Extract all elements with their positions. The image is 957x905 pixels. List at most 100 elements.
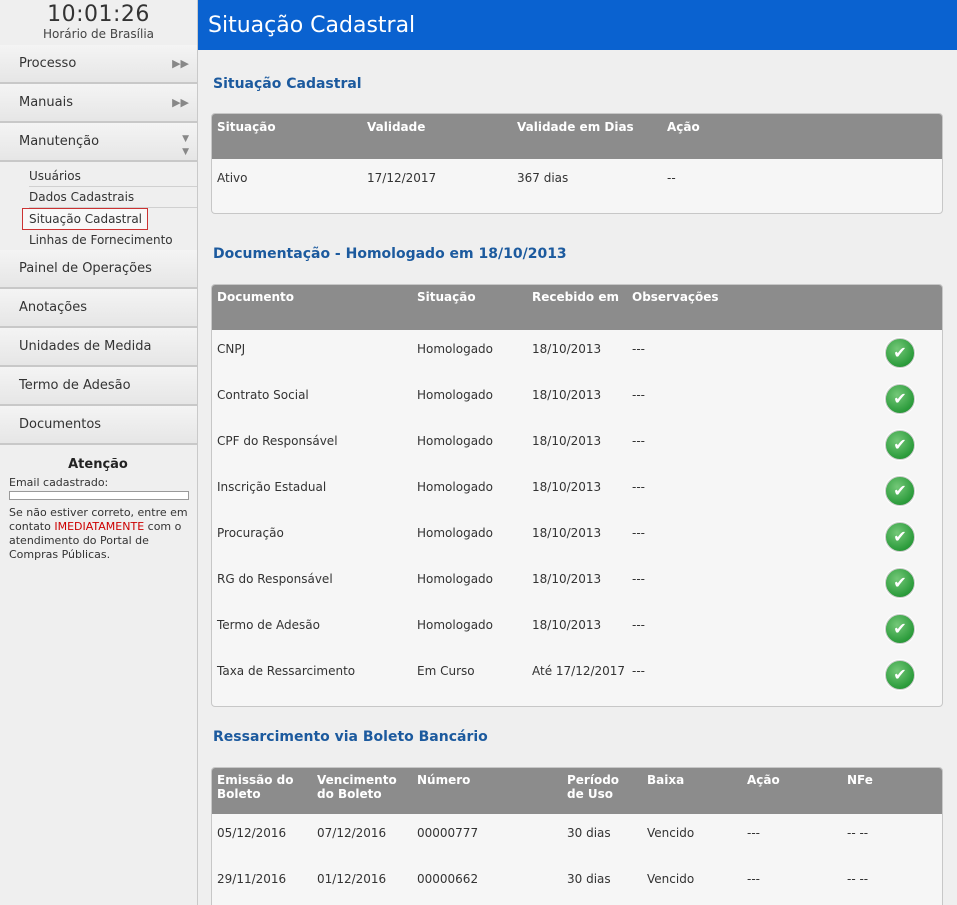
table-cell: Homologado [417,572,494,586]
table-cell: 18/10/2013 [532,526,602,540]
check-icon[interactable]: ✔ [885,614,915,644]
check-icon[interactable]: ✔ [885,384,915,414]
cell-situacao: Ativo [217,171,248,185]
section-title-documentacao: Documentação - Homologado em 18/10/2013 [213,246,567,262]
table-cell: Taxa de Ressarcimento [217,664,356,678]
column-header: Emissão do Boleto [217,773,294,801]
table-header: Documento Situação Recebido em Observaçõ… [212,285,942,330]
submenu-item-usuarios[interactable]: Usuários [29,166,197,187]
menu-item-manuais[interactable]: Manuais ▶▶ [0,84,197,123]
table-cell: Até 17/12/2017 [532,664,626,678]
menu-item-painel-operacoes[interactable]: Painel de Operações [0,250,197,289]
table-cell: Contrato Social [217,388,309,402]
menu-item-documentos[interactable]: Documentos [0,406,197,445]
table-row: RG do Responsável Homologado 18/10/2013 ---… [212,560,942,606]
table-cell: 00000662 [417,872,479,886]
table-cell: 18/10/2013 [532,480,602,494]
table-cell: 18/10/2013 [532,388,602,402]
table-cell: Em Curso [417,664,475,678]
table-cell: --- [632,480,645,494]
column-header: Situação [217,120,276,134]
check-icon[interactable]: ✔ [885,660,915,690]
column-header: Ação [747,773,780,787]
menu-item-manutencao[interactable]: Manutenção ▼ ▼ [0,123,197,162]
table-cell: --- [747,826,760,840]
table-cell: 18/10/2013 [532,342,602,356]
table-cell: 30 dias [567,872,611,886]
menu-item-anotacoes[interactable]: Anotações [0,289,197,328]
menu-item-label: Documentos [19,417,102,432]
table-header: Emissão do Boleto Vencimento do Boleto N… [212,768,942,814]
table-cell: --- [747,872,760,886]
menu-item-processo[interactable]: Processo ▶▶ [0,45,197,84]
check-icon[interactable]: ✔ [885,568,915,598]
table-cell: --- [632,664,645,678]
table-row: CNPJ Homologado 18/10/2013 --- ✔ [212,330,942,376]
check-icon[interactable]: ✔ [885,476,915,506]
table-cell: CPF do Responsável [217,434,338,448]
table-cell: Inscrição Estadual [217,480,327,494]
table-cell: Procuração [217,526,284,540]
table-cell: --- [632,572,645,586]
table-row: CPF do Responsável Homologado 18/10/2013 --… [212,422,942,468]
column-header: Observações [632,290,719,304]
submenu-item-dados-cadastrais[interactable]: Dados Cadastrais [29,187,197,208]
submenu-item-linhas-fornecimento[interactable]: Linhas de Fornecimento [29,230,197,250]
cell-acao: -- [667,171,676,185]
column-header: Documento [217,290,295,304]
menu-item-termo-adesao[interactable]: Termo de Adesão [0,367,197,406]
table-body: CNPJ Homologado 18/10/2013 --- ✔ Contrato Soc… [212,330,942,698]
page-title: Situação Cadastral [198,0,957,50]
column-header: Número [417,773,471,787]
submenu-manutencao: Usuários Dados Cadastrais Situação Cadas… [0,162,197,250]
table-cell: CNPJ [217,342,246,356]
sidebar: 10:01:26 Horário de Brasília Processo ▶▶… [0,0,198,905]
table-cell: 07/12/2016 [317,826,387,840]
table-cell: 00000777 [417,826,479,840]
table-row: Procuração Homologado 18/10/2013 --- ✔ [212,514,942,560]
check-icon[interactable]: ✔ [885,430,915,460]
attention-notice: Se não estiver correto, entre em contato… [9,506,197,562]
check-icon[interactable]: ✔ [885,522,915,552]
table-cell: RG do Responsável [217,572,333,586]
column-header: Validade [367,120,426,134]
menu-item-label: Processo [19,56,77,71]
attention-title: Atenção [68,457,128,472]
table-cell: 18/10/2013 [532,434,602,448]
table-row: Ativo 17/12/2017 367 dias -- [212,159,942,205]
section-title-situacao: Situação Cadastral [213,76,362,92]
clock-time: 10:01:26 [47,2,150,27]
email-field [9,491,189,500]
table-cell: 18/10/2013 [532,572,602,586]
table-cell: --- [632,434,645,448]
table-cell: 01/12/2016 [317,872,387,886]
table-row: 29/11/2016 01/12/2016 00000662 30 dias Venci… [212,860,942,905]
documentacao-table: Documento Situação Recebido em Observaçõ… [211,284,943,707]
table-row: Taxa de Ressarcimento Em Curso Até 17/12/2… [212,652,942,698]
boleto-table: Emissão do Boleto Vencimento do Boleto N… [211,767,943,905]
table-cell: -- -- [847,872,869,886]
check-icon[interactable]: ✔ [885,338,915,368]
table-cell: Homologado [417,618,494,632]
submenu-item-situacao-cadastral[interactable]: Situação Cadastral [22,208,148,230]
situacao-table: Situação Validade Validade em Dias Ação … [211,113,943,214]
menu-item-unidades-medida[interactable]: Unidades de Medida [0,328,197,367]
main-content: Situação Cadastral Situação Cadastral Si… [198,0,957,905]
table-cell: Vencido [647,826,695,840]
table-cell: --- [632,388,645,402]
table-row: Termo de Adesão Homologado 18/10/2013 --- ✔ [212,606,942,652]
table-row: 05/12/2016 07/12/2016 00000777 30 dias Venci… [212,814,942,860]
table-cell: Homologado [417,342,494,356]
clock: 10:01:26 Horário de Brasília [0,0,197,45]
menu-item-label: Unidades de Medida [19,339,152,354]
attention-box: Atenção Email cadastrado: Se não estiver… [0,445,197,562]
column-header: NFe [847,773,873,787]
column-header: Recebido em [532,290,619,304]
table-cell: 29/11/2016 [217,872,287,886]
table-header: Situação Validade Validade em Dias Ação [212,114,942,159]
email-label: Email cadastrado: [9,476,109,489]
column-header: Validade em Dias [517,120,634,134]
table-cell: Homologado [417,388,494,402]
table-cell: Termo de Adesão [217,618,321,632]
table-row: Inscrição Estadual Homologado 18/10/2013 --… [212,468,942,514]
